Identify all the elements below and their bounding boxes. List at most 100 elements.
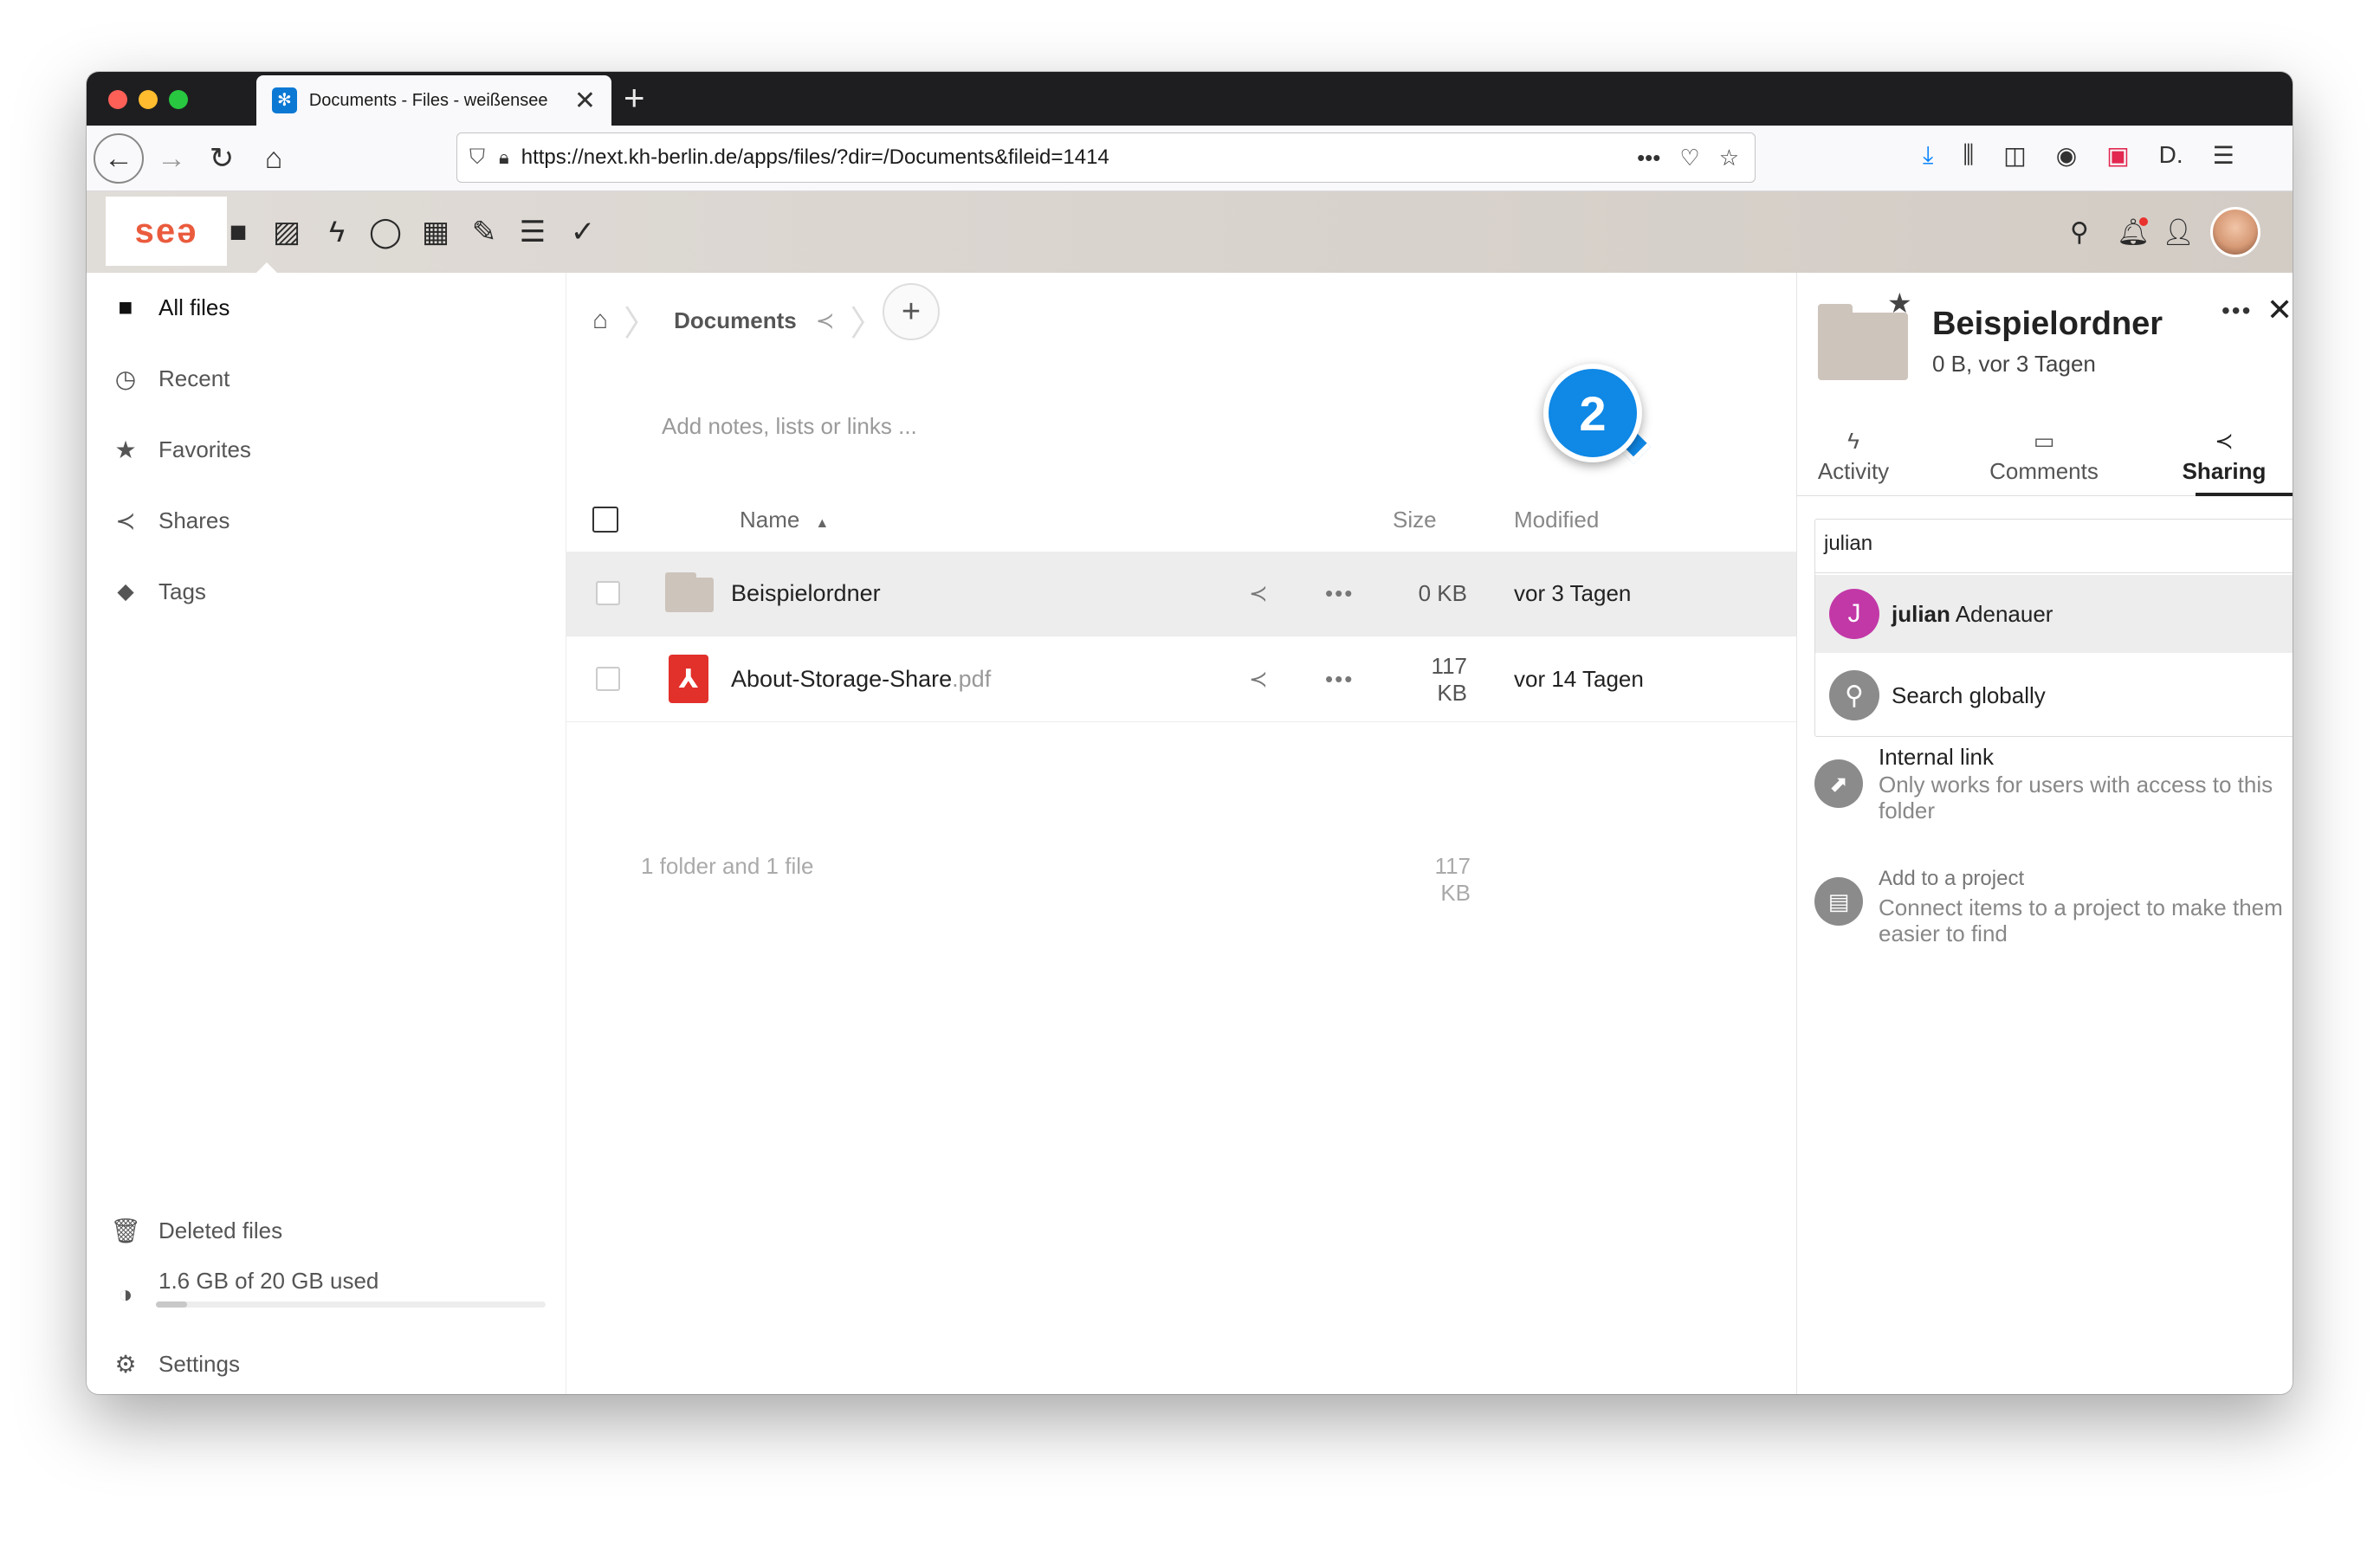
- column-header-size[interactable]: Size: [1393, 507, 1437, 533]
- share-icon[interactable]: ≺: [816, 307, 835, 334]
- details-sidebar: ★ Beispielordner 0 B, vor 3 Tagen ••• ✕ …: [1796, 273, 2293, 1394]
- user-avatar[interactable]: [2210, 207, 2260, 257]
- suggestion-search-globally[interactable]: ⚲ Search globally: [1815, 656, 2293, 734]
- share-icon[interactable]: ≺: [1249, 580, 1268, 607]
- external-link-icon: ⬈: [1814, 759, 1863, 808]
- tab-title: Documents - Files - weißensee: [308, 90, 548, 110]
- notifications-bell-icon[interactable]: 🔔︎: [2113, 212, 2153, 252]
- tasks-app-icon[interactable]: ✓: [563, 212, 603, 252]
- pdf-icon: ⅄: [669, 655, 708, 703]
- sidebar-item-label: Deleted files: [158, 1217, 283, 1243]
- notification-dot: [2139, 217, 2148, 226]
- tab-comments[interactable]: ▭ Comments: [1962, 423, 2126, 496]
- search-icon[interactable]: ⚲: [2060, 212, 2099, 252]
- extension-icon[interactable]: D.: [2159, 141, 2183, 170]
- sidebar-item-label: Settings: [158, 1350, 240, 1377]
- logo-text: seə: [134, 211, 198, 250]
- share-search-input[interactable]: julian: [1814, 519, 2293, 572]
- browser-window: ✻ Documents - Files - weißensee ✕ + ← → …: [87, 72, 2293, 1394]
- breadcrumb-separator: 〉: [850, 305, 885, 343]
- new-item-button[interactable]: +: [883, 283, 940, 340]
- file-row[interactable]: ⅄ About-Storage-Share.pdf ≺ ••• 117 KB v…: [566, 637, 1796, 722]
- tracking-shield-icon[interactable]: ⛉: [469, 145, 485, 170]
- calendar-app-icon[interactable]: ▦: [416, 212, 456, 252]
- suggestion-user[interactable]: J julian Adenauer: [1815, 575, 2293, 653]
- share-icon[interactable]: ≺: [1249, 666, 1268, 693]
- logo[interactable]: seə: [106, 197, 227, 266]
- share-icon: ≺: [2215, 428, 2234, 454]
- menu-icon[interactable]: ☰: [2213, 141, 2234, 170]
- url-text[interactable]: https://next.kh-berlin.de/apps/files/?di…: [521, 145, 1637, 170]
- column-header-modified[interactable]: Modified: [1514, 507, 1599, 533]
- file-name[interactable]: Beispielordner: [731, 580, 881, 607]
- page-actions-icon[interactable]: •••: [1637, 145, 1660, 171]
- add-project-desc: Connect items to a project to make them …: [1879, 894, 2283, 946]
- add-project-title: Add to a project: [1879, 867, 2025, 890]
- more-actions-icon[interactable]: •••: [1325, 666, 1354, 693]
- sidebar-toggle-icon[interactable]: ◫: [2003, 141, 2026, 170]
- container-extension-icon[interactable]: ▣: [2106, 141, 2129, 170]
- new-tab-button[interactable]: +: [624, 77, 645, 119]
- maximize-window-button[interactable]: [169, 90, 188, 109]
- sidebar-item-shares[interactable]: ≺ Shares: [87, 486, 566, 555]
- url-bar[interactable]: ⛉ 🔒︎ https://next.kh-berlin.de/apps/file…: [456, 132, 1756, 183]
- forward-button[interactable]: →: [149, 136, 194, 181]
- sidebar-item-all-files[interactable]: ■ All files: [87, 273, 566, 342]
- row-checkbox[interactable]: [596, 667, 620, 691]
- activity-icon: ϟ: [1847, 428, 1859, 454]
- tab-label: Comments: [1989, 458, 2099, 484]
- avatar: J: [1829, 589, 1879, 639]
- sidebar-item-recent[interactable]: ◷ Recent: [87, 344, 566, 413]
- row-checkbox[interactable]: [596, 581, 620, 605]
- files-app-icon[interactable]: ■: [218, 212, 258, 252]
- file-row[interactable]: Beispielordner ≺ ••• 0 KB vor 3 Tagen: [566, 552, 1796, 636]
- talk-app-icon[interactable]: ◯: [365, 212, 405, 252]
- share-icon: ≺: [115, 507, 136, 534]
- active-tab-underline: [2196, 493, 2293, 496]
- account-icon[interactable]: ◉: [2056, 141, 2077, 170]
- back-button[interactable]: ←: [94, 133, 144, 184]
- library-icon[interactable]: ⫼: [1963, 141, 1974, 170]
- sidebar-item-favorites[interactable]: ★ Favorites: [87, 415, 566, 484]
- pocket-icon[interactable]: ♡: [1679, 145, 1699, 171]
- home-button[interactable]: ⌂: [251, 136, 296, 181]
- close-icon[interactable]: ✕: [2267, 292, 2293, 328]
- contacts-icon[interactable]: 👤︎: [2158, 212, 2198, 252]
- folder-icon: [665, 572, 714, 612]
- more-actions-icon[interactable]: •••: [2222, 297, 2252, 325]
- activity-app-icon[interactable]: ϟ: [317, 212, 357, 252]
- sidebar-item-deleted-files[interactable]: 🗑︎ Deleted files: [87, 1196, 566, 1265]
- notes-placeholder[interactable]: Add notes, lists or links ...: [662, 413, 917, 440]
- reload-button[interactable]: ↻: [199, 136, 244, 181]
- quota-bar-fill: [156, 1301, 187, 1308]
- select-all-checkbox[interactable]: [592, 507, 618, 533]
- favorite-star-icon[interactable]: ★: [1887, 287, 1912, 320]
- breadcrumb-documents[interactable]: Documents: [674, 307, 797, 334]
- app-header: seə ■ ▨ ϟ ◯ ▦ ✎ ☰ ✓ ⚲ 🔔︎ 👤︎: [87, 191, 2293, 273]
- tab-close-icon[interactable]: ✕: [574, 86, 596, 116]
- bookmark-star-icon[interactable]: ☆: [1719, 145, 1739, 171]
- lock-icon[interactable]: 🔒︎: [499, 146, 509, 169]
- browser-tab[interactable]: ✻ Documents - Files - weißensee ✕: [256, 75, 611, 126]
- file-name-text: Beispielordner: [731, 580, 881, 606]
- minimize-window-button[interactable]: [139, 90, 158, 109]
- tab-sharing[interactable]: ≺ Sharing: [2142, 423, 2293, 496]
- close-window-button[interactable]: [108, 90, 127, 109]
- deck-app-icon[interactable]: ☰: [513, 212, 553, 252]
- tab-activity[interactable]: ϟ Activity: [1771, 423, 1936, 496]
- navigation-sidebar: ■ All files ◷ Recent ★ Favorites ≺ Share…: [87, 273, 566, 1394]
- star-icon: ★: [114, 436, 137, 463]
- home-icon[interactable]: ⌂: [592, 306, 608, 335]
- column-header-name[interactable]: Name ▲: [740, 507, 829, 533]
- sidebar-item-settings[interactable]: ⚙ Settings: [87, 1329, 566, 1394]
- file-name[interactable]: About-Storage-Share.pdf: [731, 666, 991, 693]
- nav-toolbar: ← → ↻ ⌂ ⛉ 🔒︎ https://next.kh-berlin.de/a…: [87, 126, 2293, 191]
- notes-app-icon[interactable]: ✎: [464, 212, 504, 252]
- downloads-icon[interactable]: ⤓: [1923, 141, 1933, 170]
- suggestion-rest: Adenauer: [1950, 600, 2053, 627]
- sidebar-item-tags[interactable]: ⬥ Tags: [87, 557, 566, 626]
- suggestion-label: julian Adenauer: [1892, 601, 2053, 628]
- photos-app-icon[interactable]: ▨: [267, 212, 307, 252]
- sort-ascending-icon: ▲: [815, 515, 830, 531]
- more-actions-icon[interactable]: •••: [1325, 580, 1354, 607]
